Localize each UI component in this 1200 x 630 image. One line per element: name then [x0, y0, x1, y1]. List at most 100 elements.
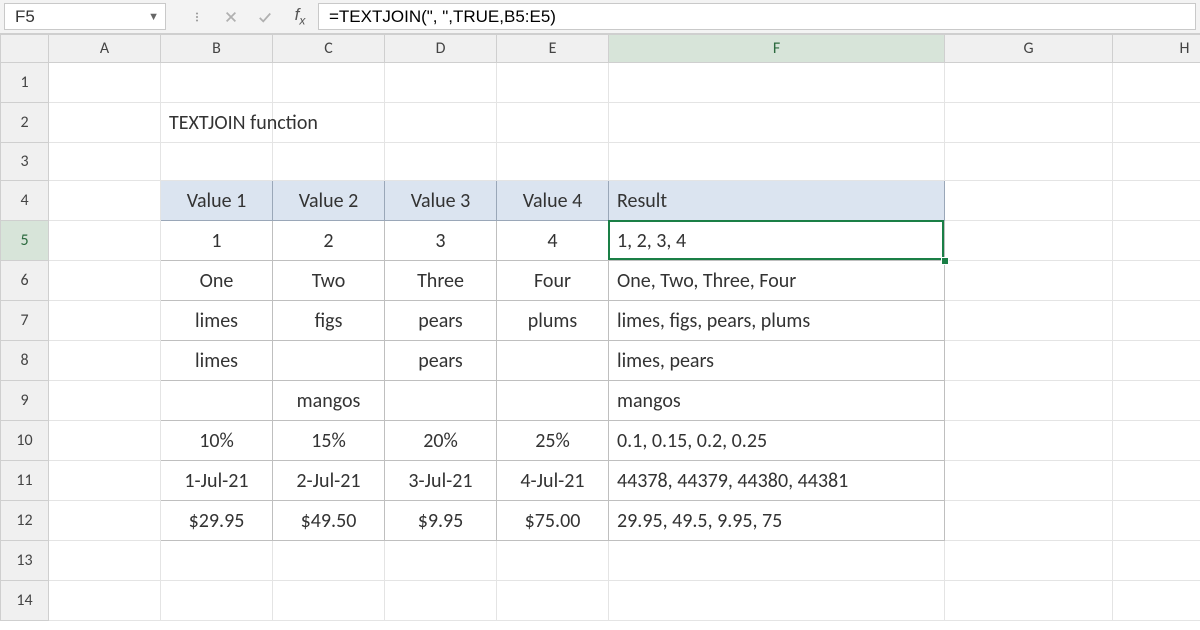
col-header-F[interactable]: F — [609, 35, 945, 63]
cell-D12[interactable]: $9.95 — [385, 501, 497, 541]
cell-D10[interactable]: 20% — [385, 421, 497, 461]
cell-D9[interactable] — [385, 381, 497, 421]
cell-F2[interactable] — [609, 103, 945, 143]
cell-G8[interactable] — [945, 341, 1113, 381]
cell-D5[interactable]: 3 — [385, 221, 497, 261]
cell-F12[interactable]: 29.95, 49.5, 9.95, 75 — [609, 501, 945, 541]
cell-G14[interactable] — [945, 581, 1113, 621]
cell-B12[interactable]: $29.95 — [161, 501, 273, 541]
cell-E12[interactable]: $75.00 — [497, 501, 609, 541]
col-header-B[interactable]: B — [161, 35, 273, 63]
cell-C9[interactable]: mangos — [273, 381, 385, 421]
cell-H7[interactable] — [1113, 301, 1200, 341]
cell-H3[interactable] — [1113, 143, 1200, 181]
cell-D1[interactable] — [385, 63, 497, 103]
cell-C6[interactable]: Two — [273, 261, 385, 301]
cell-F6[interactable]: One, Two, Three, Four — [609, 261, 945, 301]
name-box-dropdown-icon[interactable]: ▼ — [144, 10, 159, 23]
cell-B1[interactable] — [161, 63, 273, 103]
table-header-value4[interactable]: Value 4 — [497, 181, 609, 221]
cell-G3[interactable] — [945, 143, 1113, 181]
cell-E7[interactable]: plums — [497, 301, 609, 341]
cell-H10[interactable] — [1113, 421, 1200, 461]
row-header-8[interactable]: 8 — [1, 341, 49, 381]
cell-C1[interactable] — [273, 63, 385, 103]
cell-B6[interactable]: One — [161, 261, 273, 301]
cell-H5[interactable] — [1113, 221, 1200, 261]
cell-F14[interactable] — [609, 581, 945, 621]
row-header-10[interactable]: 10 — [1, 421, 49, 461]
worksheet[interactable]: A B C D E F G H 1 2 TEXTJOIN function 3 — [0, 34, 1200, 630]
cell-D3[interactable] — [385, 143, 497, 181]
cell-C3[interactable] — [273, 143, 385, 181]
cell-A12[interactable] — [49, 501, 161, 541]
table-header-value3[interactable]: Value 3 — [385, 181, 497, 221]
cell-E11[interactable]: 4-Jul-21 — [497, 461, 609, 501]
cell-A13[interactable] — [49, 541, 161, 581]
cell-B9[interactable] — [161, 381, 273, 421]
cell-E2[interactable] — [497, 103, 609, 143]
cell-B14[interactable] — [161, 581, 273, 621]
cell-E1[interactable] — [497, 63, 609, 103]
row-header-9[interactable]: 9 — [1, 381, 49, 421]
cell-C10[interactable]: 15% — [273, 421, 385, 461]
cell-F10[interactable]: 0.1, 0.15, 0.2, 0.25 — [609, 421, 945, 461]
cell-E10[interactable]: 25% — [497, 421, 609, 461]
cell-G11[interactable] — [945, 461, 1113, 501]
cell-H11[interactable] — [1113, 461, 1200, 501]
cell-D13[interactable] — [385, 541, 497, 581]
cell-H8[interactable] — [1113, 341, 1200, 381]
cell-F1[interactable] — [609, 63, 945, 103]
cell-C8[interactable] — [273, 341, 385, 381]
col-header-C[interactable]: C — [273, 35, 385, 63]
cell-A6[interactable] — [49, 261, 161, 301]
cell-G4[interactable] — [945, 181, 1113, 221]
cell-B3[interactable] — [161, 143, 273, 181]
name-box[interactable]: ▼ — [4, 3, 166, 30]
cell-A2[interactable] — [49, 103, 161, 143]
cell-F11[interactable]: 44378, 44379, 44380, 44381 — [609, 461, 945, 501]
row-header-2[interactable]: 2 — [1, 103, 49, 143]
col-header-D[interactable]: D — [385, 35, 497, 63]
row-header-6[interactable]: 6 — [1, 261, 49, 301]
cell-E9[interactable] — [497, 381, 609, 421]
row-header-5[interactable]: 5 — [1, 221, 49, 261]
row-header-3[interactable]: 3 — [1, 143, 49, 181]
row-header-1[interactable]: 1 — [1, 63, 49, 103]
cell-F8[interactable]: limes, pears — [609, 341, 945, 381]
cell-C12[interactable]: $49.50 — [273, 501, 385, 541]
cell-E6[interactable]: Four — [497, 261, 609, 301]
cell-H2[interactable] — [1113, 103, 1200, 143]
cell-E8[interactable] — [497, 341, 609, 381]
cell-A4[interactable] — [49, 181, 161, 221]
cell-A5[interactable] — [49, 221, 161, 261]
row-header-11[interactable]: 11 — [1, 461, 49, 501]
cell-G12[interactable] — [945, 501, 1113, 541]
row-header-12[interactable]: 12 — [1, 501, 49, 541]
cell-F5[interactable]: 1, 2, 3, 4 — [609, 221, 945, 261]
formula-input[interactable] — [329, 7, 1185, 27]
col-header-A[interactable]: A — [49, 35, 161, 63]
table-header-value1[interactable]: Value 1 — [161, 181, 273, 221]
cell-D7[interactable]: pears — [385, 301, 497, 341]
fill-handle[interactable] — [941, 257, 949, 265]
cell-H4[interactable] — [1113, 181, 1200, 221]
table-header-value2[interactable]: Value 2 — [273, 181, 385, 221]
cell-A10[interactable] — [49, 421, 161, 461]
cell-D6[interactable]: Three — [385, 261, 497, 301]
cell-H6[interactable] — [1113, 261, 1200, 301]
cell-B8[interactable]: limes — [161, 341, 273, 381]
cell-B7[interactable]: limes — [161, 301, 273, 341]
name-box-input[interactable] — [15, 7, 144, 27]
cell-F7[interactable]: limes, figs, pears, plums — [609, 301, 945, 341]
row-header-4[interactable]: 4 — [1, 181, 49, 221]
cell-C7[interactable]: figs — [273, 301, 385, 341]
grid[interactable]: A B C D E F G H 1 2 TEXTJOIN function 3 — [0, 34, 1200, 621]
row-header-13[interactable]: 13 — [1, 541, 49, 581]
cell-F9[interactable]: mangos — [609, 381, 945, 421]
insert-function-button[interactable]: fx — [282, 0, 318, 33]
cell-B13[interactable] — [161, 541, 273, 581]
cell-G9[interactable] — [945, 381, 1113, 421]
cell-G5[interactable] — [945, 221, 1113, 261]
row-header-7[interactable]: 7 — [1, 301, 49, 341]
